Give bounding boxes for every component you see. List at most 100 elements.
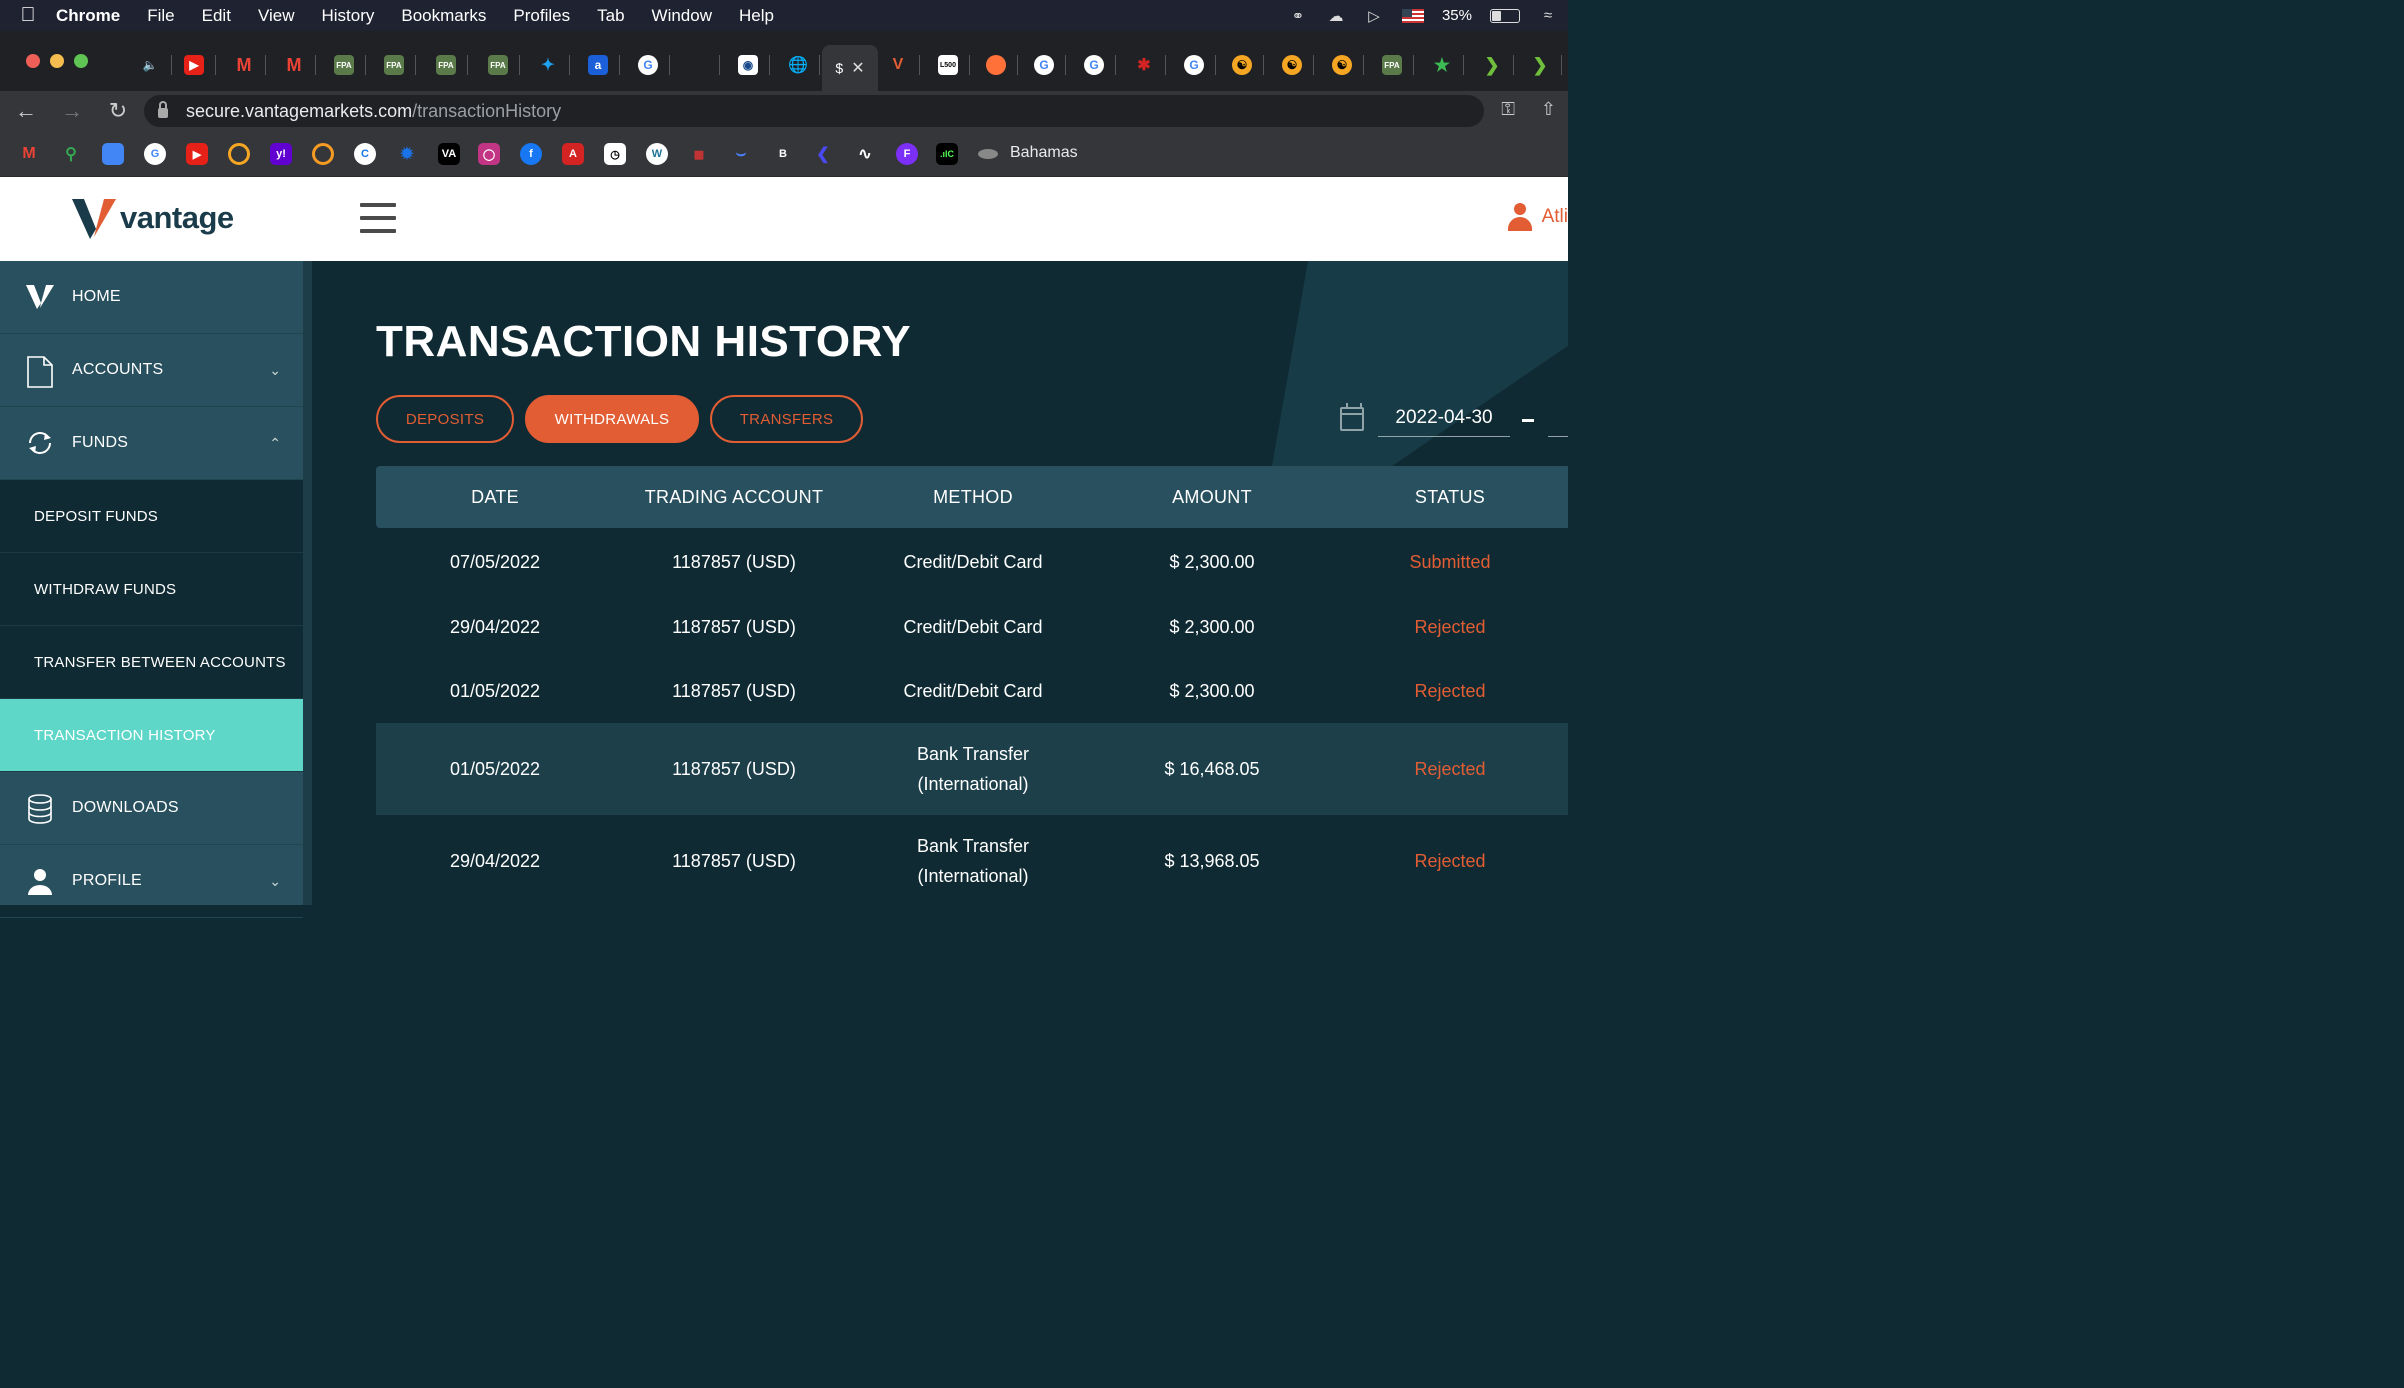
bookmark-maps-icon[interactable]: ⚲: [60, 143, 82, 165]
bookmark-photos-icon[interactable]: [102, 143, 124, 165]
sidebar-item-downloads[interactable]: DOWNLOADS: [0, 772, 303, 845]
column-header-trading-account[interactable]: TRADING ACCOUNT: [614, 466, 854, 528]
bookmark-eye-icon[interactable]: [978, 149, 998, 159]
tab-transfers[interactable]: TRANSFERS: [710, 395, 863, 443]
tab-gmail[interactable]: M: [222, 45, 266, 85]
tab-blank[interactable]: [676, 45, 720, 85]
menu-history[interactable]: History: [321, 6, 374, 26]
sidebar-item-transaction-history[interactable]: TRANSACTION HISTORY: [0, 699, 312, 772]
menu-profiles[interactable]: Profiles: [513, 6, 570, 26]
tab-legal500[interactable]: L500: [926, 45, 970, 85]
chevron-up-icon[interactable]: ⌃: [269, 435, 281, 452]
tab-bird-2[interactable]: ☯: [1270, 45, 1314, 85]
column-header-method[interactable]: METHOD: [854, 466, 1092, 528]
close-tab-icon[interactable]: ✕: [851, 58, 864, 78]
headphones-icon[interactable]: ⚭: [1288, 7, 1308, 25]
sidebar-scrollbar[interactable]: [303, 261, 312, 905]
tab-star[interactable]: ★: [1420, 45, 1464, 85]
table-row[interactable]: 01/05/2022 1187857 (USD) Bank Transfer (…: [376, 723, 1568, 815]
bookmark-bahamas[interactable]: Bahamas: [1010, 144, 1078, 162]
key-icon[interactable]: ⚿: [1501, 99, 1515, 120]
tab-globe[interactable]: 🌐: [776, 45, 820, 85]
tab-arrow-1[interactable]: ❯: [1470, 45, 1514, 85]
tab-active-vantage[interactable]: $ ✕: [822, 45, 878, 91]
sidebar-item-deposit-funds[interactable]: DEPOSIT FUNDS: [0, 480, 303, 553]
menu-edit[interactable]: Edit: [202, 6, 231, 26]
bookmark-badge-icon[interactable]: ▩: [688, 143, 710, 165]
apple-icon[interactable]: : [0, 4, 56, 27]
bookmark-wordpress-icon[interactable]: W: [646, 143, 668, 165]
column-header-amount[interactable]: AMOUNT: [1092, 466, 1332, 528]
tab-arrow-2[interactable]: ❯: [1518, 45, 1562, 85]
column-header-date[interactable]: DATE: [376, 466, 614, 528]
sidebar-item-home[interactable]: HOME: [0, 261, 303, 334]
tab-fpa-1[interactable]: FPA: [322, 45, 366, 85]
table-row[interactable]: 07/05/2022 1187857 (USD) Credit/Debit Ca…: [376, 528, 1568, 595]
tab-google-4[interactable]: G: [1172, 45, 1216, 85]
tab-seal[interactable]: ◉: [726, 45, 770, 85]
address-bar[interactable]: secure.vantagemarkets.com/transactionHis…: [144, 95, 1484, 127]
us-flag-icon[interactable]: [1401, 8, 1424, 23]
tab-youtube[interactable]: ▶: [172, 45, 216, 85]
tab-twitter[interactable]: ✦: [526, 45, 570, 85]
calendar-icon[interactable]: [1340, 403, 1364, 431]
bookmark-a-icon[interactable]: A: [562, 143, 584, 165]
menu-window[interactable]: Window: [652, 6, 712, 26]
table-row[interactable]: 01/05/2022 1187857 (USD) Credit/Debit Ca…: [376, 659, 1568, 723]
menu-app-name[interactable]: Chrome: [56, 6, 120, 26]
tab-audio[interactable]: 🔈: [128, 45, 172, 85]
tab-bird-3[interactable]: ☯: [1320, 45, 1364, 85]
bookmark-chart-icon[interactable]: .ılC: [936, 143, 958, 165]
lock-icon[interactable]: [158, 101, 168, 118]
tab-firefox[interactable]: [974, 45, 1018, 85]
fullscreen-window-button[interactable]: [74, 54, 88, 68]
date-to-input[interactable]: [1548, 399, 1568, 437]
date-from-input[interactable]: 2022-04-30: [1378, 399, 1510, 437]
battery-icon[interactable]: [1490, 8, 1520, 23]
play-icon[interactable]: ▷: [1364, 7, 1384, 25]
share-icon[interactable]: ⇧: [1541, 99, 1556, 120]
tab-fpa-3[interactable]: FPA: [424, 45, 468, 85]
tab-vantage[interactable]: V: [876, 45, 920, 85]
wifi-icon[interactable]: ≈: [1538, 7, 1558, 25]
hamburger-menu-icon[interactable]: [360, 203, 396, 233]
bookmark-google-icon[interactable]: G: [144, 143, 166, 165]
minimize-window-button[interactable]: [50, 54, 64, 68]
bookmark-youtube-icon[interactable]: ▶: [186, 143, 208, 165]
menu-help[interactable]: Help: [739, 6, 774, 26]
chevron-down-icon[interactable]: ⌄: [269, 873, 281, 890]
tab-gmail-2[interactable]: M: [272, 45, 316, 85]
bookmark-clock-icon[interactable]: ◷: [604, 143, 626, 165]
bookmark-yahoo-icon[interactable]: y!: [270, 143, 292, 165]
tab-fpa-2[interactable]: FPA: [372, 45, 416, 85]
table-row[interactable]: 29/04/2022 1187857 (USD) Bank Transfer (…: [376, 815, 1568, 905]
menu-view[interactable]: View: [258, 6, 295, 26]
bookmark-smile-icon[interactable]: ⌣: [730, 143, 752, 165]
sidebar-item-withdraw-funds[interactable]: WITHDRAW FUNDS: [0, 553, 303, 626]
sidebar-item-profile[interactable]: PROFILE ⌄: [0, 845, 303, 918]
bookmark-facebook-icon[interactable]: f: [520, 143, 542, 165]
forward-icon[interactable]: →: [52, 98, 92, 124]
reload-icon[interactable]: ↻: [98, 98, 138, 124]
chevron-down-icon[interactable]: ⌄: [269, 362, 281, 379]
bookmark-chevron-icon[interactable]: ❮: [812, 143, 834, 165]
tab-bird-1[interactable]: ☯: [1220, 45, 1264, 85]
bookmark-b-icon[interactable]: B: [772, 143, 794, 165]
table-row[interactable]: 29/04/2022 1187857 (USD) Credit/Debit Ca…: [376, 595, 1568, 659]
tab-fpa-5[interactable]: FPA: [1370, 45, 1414, 85]
column-header-status[interactable]: STATUS: [1332, 466, 1568, 528]
bookmark-gmail-icon[interactable]: M: [18, 143, 40, 165]
tab-yelp[interactable]: ✱: [1122, 45, 1166, 85]
cloud-icon[interactable]: ☁: [1326, 7, 1346, 25]
bookmark-va-icon[interactable]: VA: [438, 143, 460, 165]
bookmark-circle-icon[interactable]: [228, 143, 250, 165]
back-icon[interactable]: ←: [6, 98, 46, 124]
tab-google-2[interactable]: G: [1022, 45, 1066, 85]
tab-google-3[interactable]: G: [1072, 45, 1116, 85]
close-window-button[interactable]: [26, 54, 40, 68]
sidebar-item-transfer-between-accounts[interactable]: TRANSFER BETWEEN ACCOUNTS: [0, 626, 303, 699]
tab-google-1[interactable]: G: [626, 45, 670, 85]
menu-tab[interactable]: Tab: [597, 6, 624, 26]
tab-withdrawals[interactable]: WITHDRAWALS: [525, 395, 699, 443]
tab-fpa-4[interactable]: FPA: [476, 45, 520, 85]
